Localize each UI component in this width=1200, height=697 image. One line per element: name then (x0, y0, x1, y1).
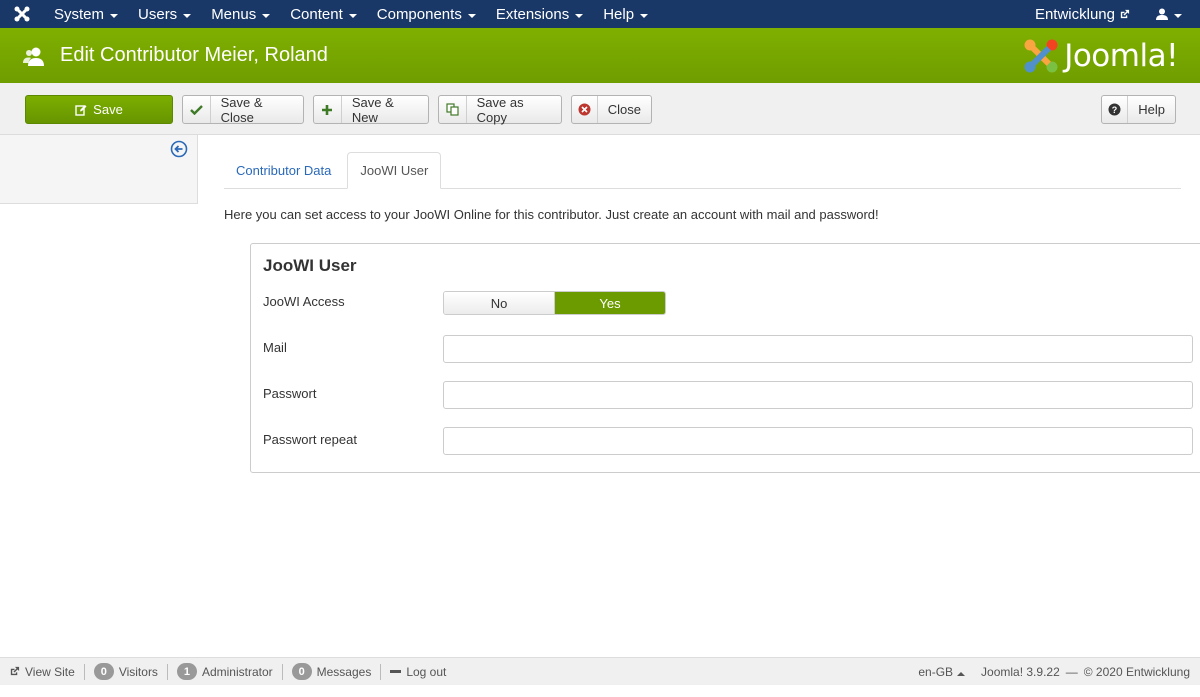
visitors-link[interactable]: 0 Visitors (85, 663, 168, 680)
joomla-logo-icon[interactable] (0, 0, 44, 28)
joomla-version: Joomla! 3.9.22 (981, 664, 1060, 679)
page-title: Edit Contributor Meier, Roland (60, 44, 328, 66)
toolbar: Save Save & Close Save & New Save as Cop… (0, 83, 1200, 135)
intro-text: Here you can set access to your JooWI On… (224, 207, 879, 222)
mail-label: Mail (263, 340, 287, 355)
user-icon (1156, 8, 1168, 20)
check-icon (183, 96, 211, 123)
save-close-button[interactable]: Save & Close (182, 95, 304, 125)
messages-link[interactable]: 0 Messages (283, 663, 382, 680)
menu-system[interactable]: System (44, 0, 128, 28)
joomla-brand: Joomla! (1022, 37, 1178, 75)
close-circle-icon (572, 96, 598, 123)
svg-text:?: ? (1112, 105, 1118, 115)
question-icon: ? (1102, 96, 1129, 123)
sidebar (0, 135, 198, 204)
caret-down-icon (110, 13, 119, 18)
help-button[interactable]: ? Help (1101, 95, 1176, 124)
brand-name: Joomla! (1064, 37, 1178, 74)
navbar-right: Entwicklung (1025, 0, 1200, 28)
copy-icon (439, 96, 467, 123)
external-link-icon (1120, 9, 1130, 18)
save-new-button[interactable]: Save & New (313, 95, 429, 125)
tab-contributor-data[interactable]: Contributor Data (224, 152, 343, 188)
menu-content[interactable]: Content (280, 0, 367, 28)
joomla-brand-icon (1024, 39, 1058, 72)
user-menu[interactable] (1140, 8, 1200, 20)
menu-menus[interactable]: Menus (201, 0, 280, 28)
access-yes-option[interactable]: Yes (555, 292, 665, 314)
save-as-copy-button[interactable]: Save as Copy (438, 95, 562, 125)
access-label: JooWI Access (263, 294, 345, 309)
caret-down-icon (348, 13, 357, 18)
caret-down-icon (262, 13, 271, 18)
edit-icon (75, 96, 93, 123)
external-link-icon (10, 666, 20, 676)
plus-icon (314, 96, 342, 123)
password-repeat-label: Passwort repeat (263, 432, 357, 447)
collapse-sidebar-icon[interactable] (170, 140, 188, 158)
language-switcher[interactable]: en-GB (918, 665, 966, 679)
view-site-link[interactable]: View Site (0, 663, 85, 680)
tab-joowi-user[interactable]: JooWI User (347, 152, 442, 189)
administrator-link[interactable]: 1 Administrator (168, 663, 283, 680)
messages-count-badge: 0 (291, 663, 312, 680)
site-link[interactable]: Entwicklung (1025, 6, 1140, 23)
password-repeat-input[interactable] (443, 427, 1193, 455)
mail-input[interactable] (443, 335, 1193, 363)
footer-right: en-GB Joomla! 3.9.22 — © 2020 Entwicklun… (918, 665, 1200, 679)
page-header: Edit Contributor Meier, Roland Joomla! (0, 28, 1200, 83)
save-button[interactable]: Save (25, 95, 173, 124)
caret-down-icon (183, 13, 192, 18)
footer-separator: — (1065, 664, 1078, 679)
users-icon (23, 44, 47, 68)
visitors-count-badge: 0 (93, 663, 114, 680)
caret-down-icon (1174, 13, 1182, 18)
top-navbar: System Users Menus Content Components Ex… (0, 0, 1200, 28)
caret-down-icon (467, 13, 476, 18)
copyright: © 2020 Entwicklung (1083, 664, 1190, 679)
main-menu: System Users Menus Content Components Ex… (44, 0, 658, 28)
fieldset-legend: JooWI User (263, 256, 357, 275)
minus-icon (390, 670, 402, 673)
joowi-user-fieldset: JooWI User JooWI Access No Yes Mail Pass… (250, 243, 1200, 473)
menu-extensions[interactable]: Extensions (486, 0, 593, 28)
menu-help[interactable]: Help (593, 0, 658, 28)
access-no-option[interactable]: No (444, 292, 555, 314)
password-input[interactable] (443, 381, 1193, 409)
caret-down-icon (575, 13, 584, 18)
caret-down-icon (640, 13, 649, 18)
menu-components[interactable]: Components (367, 0, 486, 28)
access-switch: No Yes (443, 291, 666, 315)
administrator-count-badge: 1 (176, 663, 197, 680)
caret-up-icon (957, 671, 966, 676)
password-label: Passwort (263, 386, 317, 401)
close-button[interactable]: Close (571, 95, 652, 124)
status-bar: View Site 0 Visitors 1 Administrator 0 M… (0, 657, 1200, 685)
tab-bar: Contributor Data JooWI User (224, 152, 1181, 189)
logout-link[interactable]: Log out (381, 664, 455, 680)
menu-users[interactable]: Users (128, 0, 201, 28)
